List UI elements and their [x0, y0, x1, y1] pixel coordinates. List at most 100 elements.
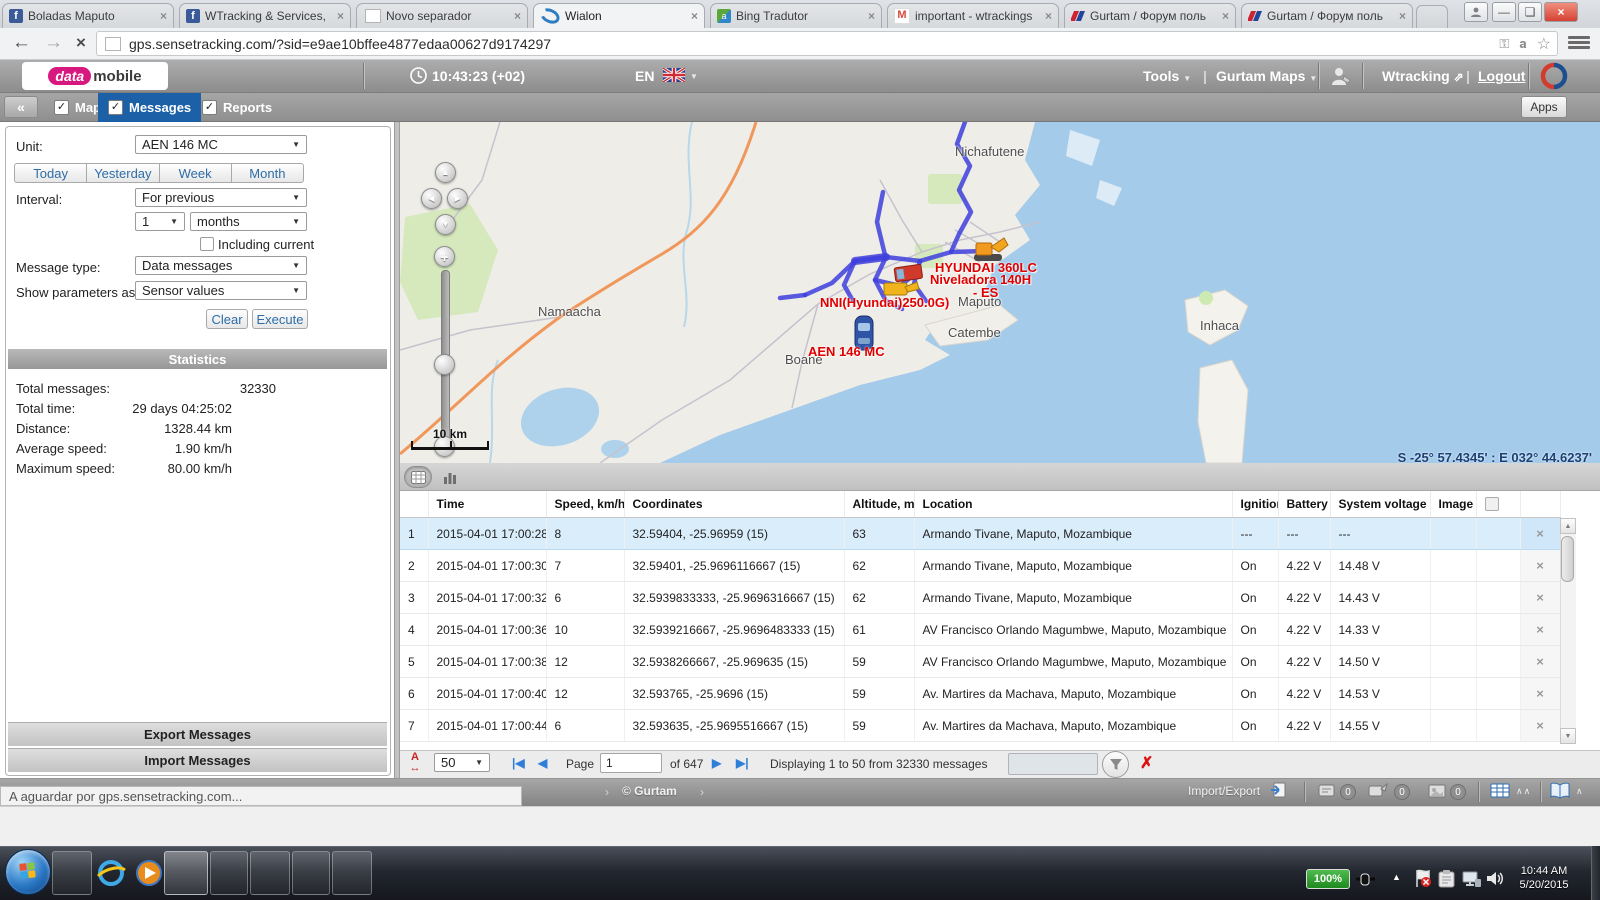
clipboard-icon[interactable] — [1438, 869, 1455, 888]
logout-link[interactable]: Logout — [1478, 68, 1525, 84]
browser-tab-3[interactable]: Novo separador × — [356, 3, 528, 28]
tab-close-icon[interactable]: × — [1045, 9, 1052, 23]
taskbar-adobe[interactable] — [292, 851, 330, 895]
minimize-button[interactable]: — — [1492, 2, 1516, 22]
export-messages-button[interactable]: Export Messages — [8, 722, 387, 746]
col-ignition[interactable]: Ignition — [1232, 491, 1278, 518]
action-center-flag-icon[interactable] — [1414, 869, 1432, 888]
page-number-input[interactable] — [600, 753, 662, 773]
tab-close-icon[interactable]: × — [337, 9, 344, 23]
copyright[interactable]: © Gurtam — [622, 784, 677, 798]
import-messages-button[interactable]: Import Messages — [8, 748, 387, 772]
internet-explorer-icon[interactable] — [96, 858, 126, 888]
browser-tab-1[interactable]: Boladas Maputo × — [2, 3, 174, 28]
including-current-checkbox[interactable] — [200, 237, 214, 251]
col-battery[interactable]: Battery — [1278, 491, 1330, 518]
speaker-icon[interactable] — [1486, 870, 1504, 887]
show-params-select[interactable]: Sensor values — [135, 281, 307, 300]
tab-close-icon[interactable]: × — [691, 9, 698, 23]
taskbar-chrome-active[interactable] — [164, 851, 208, 895]
table-row[interactable]: 42015-04-01 17:00:3610 32.5939216667, -2… — [400, 614, 1560, 646]
browser-tab-4-active[interactable]: Wialon × — [533, 3, 705, 28]
table-row[interactable]: 62015-04-01 17:00:4012 32.593765, -25.96… — [400, 678, 1560, 710]
week-button[interactable]: Week — [159, 163, 231, 183]
autofit-columns-icon[interactable]: A↔ — [406, 752, 424, 774]
tab-messages[interactable]: Messages — [98, 93, 201, 122]
import-export-link[interactable]: Import/Export — [1188, 784, 1260, 798]
apps-button[interactable]: Apps — [1521, 96, 1567, 118]
close-button[interactable]: × — [1544, 2, 1578, 22]
tab-reports[interactable]: Reports — [192, 93, 282, 122]
col-coordinates[interactable]: Coordinates — [624, 491, 844, 518]
gurtam-maps-menu[interactable]: Gurtam Maps ▼ — [1216, 68, 1317, 84]
delete-row-icon[interactable]: × — [1520, 582, 1560, 614]
browser-tab-6[interactable]: important - wtrackings × — [887, 3, 1059, 28]
taskbar-skype[interactable]: S — [250, 851, 290, 895]
taskbar-clock[interactable]: 10:44 AM 5/20/2015 — [1508, 864, 1580, 892]
taskbar-explorer[interactable] — [52, 851, 92, 895]
table-row[interactable]: 52015-04-01 17:00:3812 32.5938266667, -2… — [400, 646, 1560, 678]
map-canvas[interactable] — [400, 122, 1600, 463]
user-settings-icon[interactable] — [1330, 66, 1352, 86]
stop-icon[interactable]: × — [76, 30, 86, 56]
delete-row-icon[interactable]: × — [1520, 678, 1560, 710]
clear-messages-icon[interactable]: ✗ — [1140, 753, 1153, 773]
col-image[interactable]: Image — [1430, 491, 1476, 518]
table-view-button[interactable] — [404, 466, 432, 488]
yesterday-button[interactable]: Yesterday — [86, 163, 158, 183]
last-page-button[interactable]: ▶| — [736, 756, 749, 770]
forward-icon[interactable]: → — [44, 30, 63, 56]
tab-close-icon[interactable]: × — [1222, 9, 1229, 23]
zoom-slider-handle[interactable] — [434, 354, 455, 375]
uk-flag-icon[interactable] — [663, 68, 685, 82]
delete-row-icon[interactable]: × — [1520, 710, 1560, 742]
checkbox-reports[interactable] — [202, 100, 217, 115]
prev-page-button[interactable]: ◀ — [538, 756, 547, 770]
col-system-voltage[interactable]: System voltage — [1330, 491, 1430, 518]
message-type-select[interactable]: Data messages — [135, 256, 307, 275]
bottom-table-icon[interactable] — [1490, 782, 1510, 799]
language-label[interactable]: EN — [635, 68, 654, 84]
filter-button[interactable] — [1102, 751, 1129, 778]
delete-row-icon[interactable]: × — [1520, 646, 1560, 678]
filter-input[interactable] — [1008, 753, 1098, 775]
delete-row-icon[interactable]: × — [1520, 518, 1560, 550]
table-row[interactable]: 72015-04-01 17:00:446 32.593635, -25.969… — [400, 710, 1560, 742]
media-player-icon[interactable] — [134, 858, 164, 888]
browser-menu-icon[interactable] — [1568, 34, 1590, 53]
delete-row-icon[interactable]: × — [1520, 550, 1560, 582]
table-row[interactable]: 32015-04-01 17:00:326 32.5939833333, -25… — [400, 582, 1560, 614]
collapse-chevrons-icon[interactable]: ∧∧ — [1516, 786, 1531, 797]
pan-up-button[interactable]: ▲ — [435, 162, 456, 183]
col-location[interactable]: Location — [914, 491, 1232, 518]
tab-close-icon[interactable]: × — [514, 9, 521, 23]
select-all-checkbox[interactable] — [1485, 497, 1499, 511]
scroll-down-icon[interactable]: ▼ — [1560, 728, 1576, 744]
interval-select[interactable]: For previous — [135, 188, 307, 207]
next-page-button[interactable]: ▶ — [712, 756, 721, 770]
show-desktop-button[interactable] — [1591, 846, 1600, 900]
start-button[interactable] — [5, 849, 51, 895]
battery-indicator[interactable]: 100% — [1306, 869, 1350, 889]
interval-count-select[interactable]: 1 — [135, 212, 185, 231]
tab-close-icon[interactable]: × — [868, 9, 875, 23]
network-icon[interactable] — [1461, 871, 1481, 887]
driver-messages-icon[interactable] — [1368, 783, 1388, 799]
unit-select[interactable]: AEN 146 MC — [135, 135, 307, 154]
pan-down-button[interactable]: ▼ — [435, 214, 456, 235]
collapse-chevrons-icon[interactable]: ∧ — [1576, 786, 1584, 797]
first-page-button[interactable]: |◀ — [512, 756, 525, 770]
scrollbar-thumb[interactable] — [1561, 536, 1574, 582]
sc roll-up-icon[interactable]: ▲ — [1560, 518, 1576, 534]
delete-row-icon[interactable]: × — [1520, 614, 1560, 646]
tray-expand-icon[interactable]: ▲ — [1392, 872, 1401, 882]
log-book-icon[interactable] — [1550, 782, 1570, 799]
col-time[interactable]: Time — [428, 491, 546, 518]
browser-tab-2[interactable]: WTracking & Services, × — [179, 3, 351, 28]
photos-icon[interactable] — [1428, 783, 1446, 799]
browser-tab-7[interactable]: Gurtam / Форум поль × — [1064, 3, 1236, 28]
today-button[interactable]: Today — [14, 163, 86, 183]
key-icon[interactable]: ⚿ — [1499, 36, 1509, 52]
account-link[interactable]: Wtracking ⇗ — [1382, 68, 1464, 84]
clear-button[interactable]: Clear — [206, 309, 248, 329]
